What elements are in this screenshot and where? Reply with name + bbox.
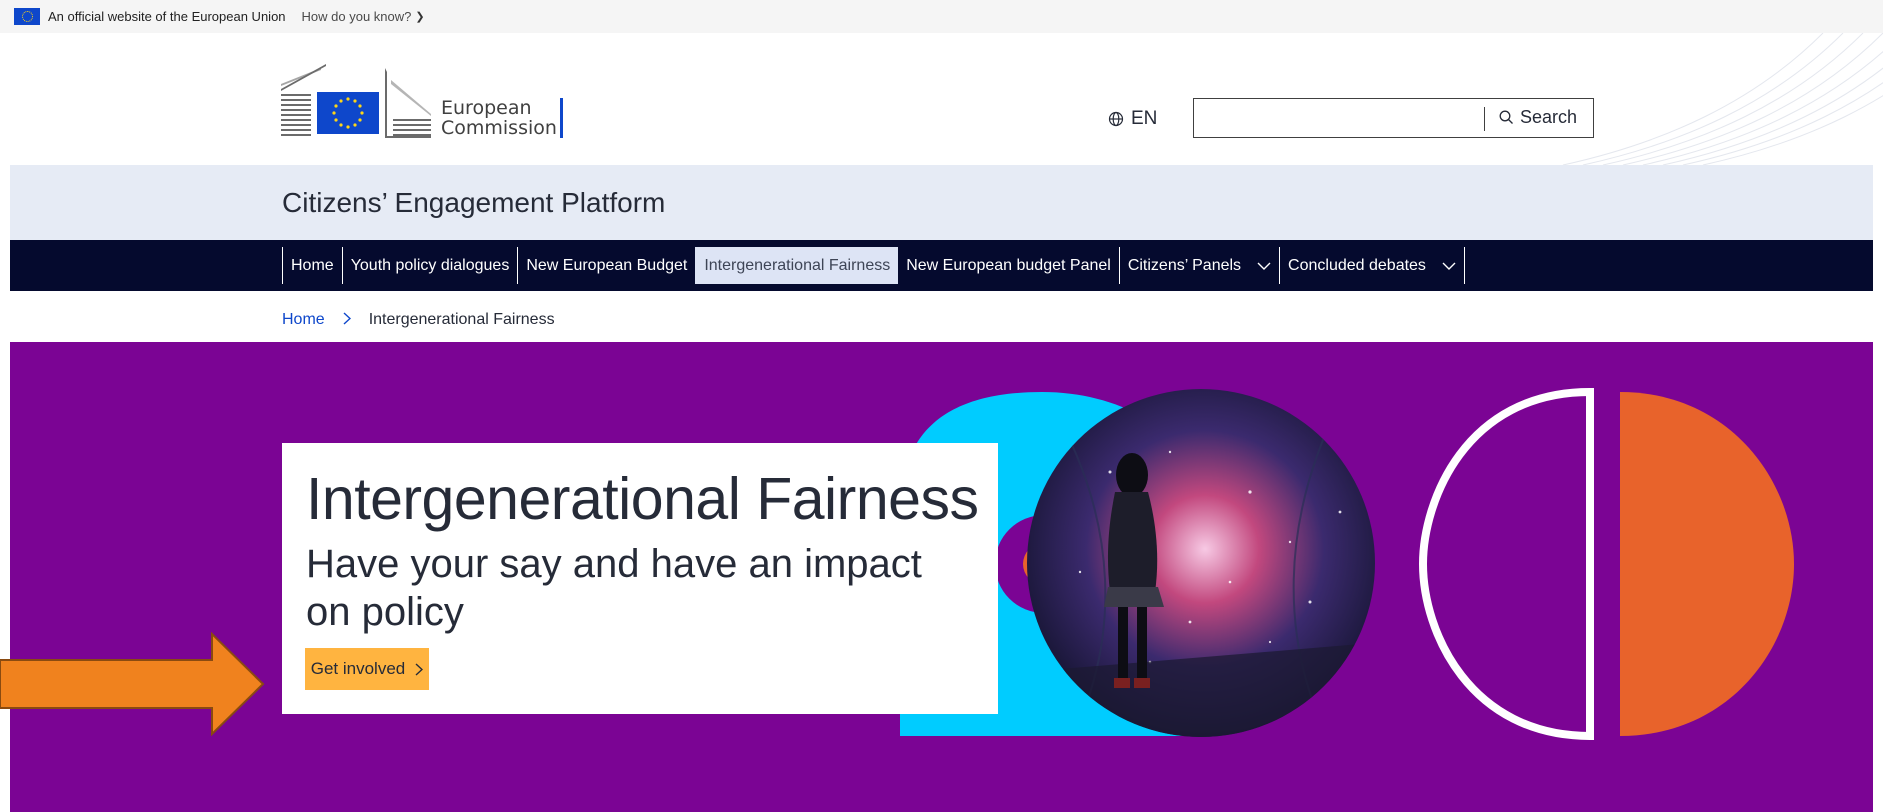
nav-item-label: Youth policy dialogues (350, 256, 510, 274)
nav-item-intergenerational-fairness[interactable]: Intergenerational Fairness (695, 247, 899, 284)
official-eu-bar: An official website of the European Unio… (0, 0, 1883, 33)
site-name[interactable]: Citizens’ Engagement Platform (282, 187, 665, 219)
get-involved-label: Get involved (310, 659, 406, 678)
search-input[interactable] (1196, 101, 1482, 137)
european-commission-logo[interactable]: European Commission (281, 64, 571, 138)
language-selector[interactable]: EN (1108, 108, 1157, 130)
chevron-right-icon (343, 311, 351, 329)
logo-text-european: European (441, 97, 532, 119)
nav-item-youth-policy-dialogues[interactable]: Youth policy dialogues (341, 247, 518, 284)
chevron-right-icon (415, 662, 424, 676)
breadcrumb-current: Intergenerational Fairness (368, 311, 555, 328)
nav-item-citizens-panels[interactable]: Citizens’ Panels (1118, 247, 1279, 284)
nav-item-label: New European budget Panel (906, 256, 1111, 274)
white-half-ring (1418, 387, 1594, 741)
annotation-arrow-icon (0, 632, 265, 736)
page-title: Intergenerational Fairness (306, 466, 979, 532)
nav-item-label: Citizens’ Panels (1127, 256, 1242, 274)
nav-item-concluded-debates[interactable]: Concluded debates (1279, 247, 1464, 284)
search-button[interactable]: Search (1499, 107, 1577, 128)
nav-item-label: Concluded debates (1288, 256, 1426, 274)
chevron-down-icon[interactable]: ❯ (415, 10, 424, 23)
search-icon (1499, 110, 1513, 124)
breadcrumb-home-link[interactable]: Home (282, 311, 325, 329)
official-site-text: An official website of the European Unio… (48, 9, 286, 24)
globe-icon (1108, 111, 1124, 127)
eu-flag-icon (14, 8, 40, 25)
nav-item-label: Intergenerational Fairness (704, 256, 891, 274)
site-name-bar: Citizens’ Engagement Platform (10, 165, 1873, 240)
nav-item-new-european-budget-panel[interactable]: New European budget Panel (898, 247, 1119, 284)
nav-item-label: New European Budget (526, 256, 688, 274)
nav-item-home[interactable]: Home (282, 247, 342, 284)
breadcrumb: Home Intergenerational Fairness (282, 311, 555, 329)
orange-half-disc (1620, 392, 1794, 736)
chevron-down-icon[interactable] (1257, 258, 1271, 273)
search-divider (1484, 107, 1485, 131)
nav-divider (1463, 247, 1466, 284)
chevron-down-icon[interactable] (1442, 258, 1456, 273)
search-button-label: Search (1520, 107, 1578, 127)
nav-item-label: Home (291, 256, 334, 274)
get-involved-button[interactable]: Get involved (305, 648, 429, 690)
nav-item-new-european-budget[interactable]: New European Budget (517, 247, 695, 284)
site-header: European Commission EN Search (0, 33, 1883, 165)
search-form: Search (1193, 98, 1594, 138)
official-eu-notice: An official website of the European Unio… (14, 8, 425, 25)
main-navigation: Home Youth policy dialogues New European… (10, 240, 1873, 291)
how-do-you-know-link[interactable]: How do you know? (302, 9, 412, 24)
language-code: EN (1131, 108, 1158, 129)
page-subtitle: Have your say and have an impact on poli… (306, 542, 922, 634)
logo-text-commission: Commission (441, 117, 557, 138)
hero-card: Intergenerational Fairness Have your say… (282, 443, 998, 714)
